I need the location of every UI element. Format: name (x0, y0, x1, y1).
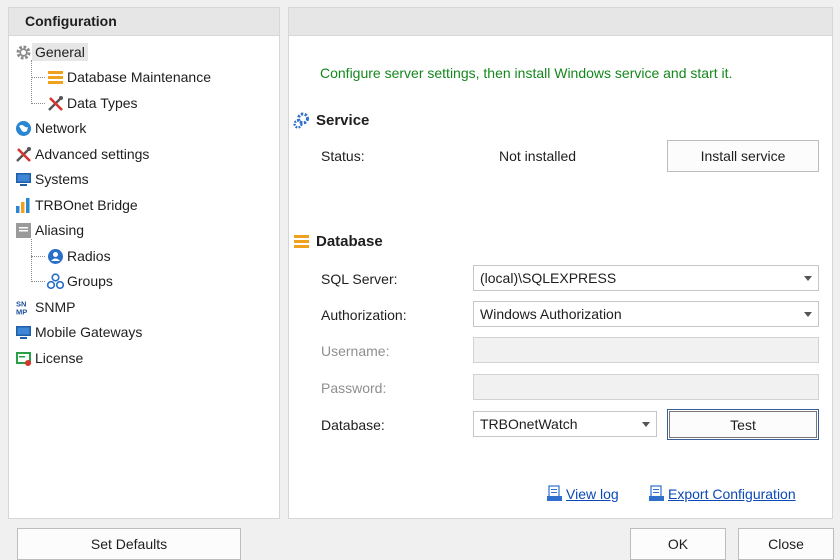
sidebar-item-label: Systems (35, 171, 89, 187)
sidebar-item-database-maintenance[interactable]: Database Maintenance (47, 66, 214, 88)
service-gear-icon (293, 112, 310, 129)
tree-connector (31, 60, 32, 104)
database-section-title: Database (293, 233, 383, 250)
status-label: Status: (321, 148, 365, 164)
list-icon (15, 222, 32, 239)
chevron-down-icon[interactable] (804, 312, 812, 317)
database-combo[interactable]: TRBOnetWatch (473, 411, 657, 437)
sidebar-item-label: SNMP (35, 299, 76, 315)
view-log-link[interactable]: View log (566, 486, 619, 502)
chevron-down-icon[interactable] (804, 276, 812, 281)
status-value: Not installed (499, 148, 577, 164)
sidebar-item-label: License (35, 350, 84, 366)
sidebar-item-label: Data Types (67, 95, 138, 111)
password-label: Password: (321, 380, 387, 396)
tree-connector (31, 239, 32, 282)
sidebar-item-label: Aliasing (35, 222, 85, 238)
ok-button[interactable]: OK (630, 528, 726, 560)
sidebar-item-label: General (32, 43, 88, 61)
settings-header (289, 8, 832, 36)
sql-server-value: (local)\SQLEXPRESS (480, 270, 617, 286)
gear-icon (15, 44, 32, 61)
close-button[interactable]: Close (738, 528, 834, 560)
sidebar-item-systems[interactable]: Systems (15, 168, 92, 190)
monitor-icon (15, 324, 32, 341)
user-icon (47, 248, 64, 265)
chevron-down-icon[interactable] (642, 422, 650, 427)
sidebar-item-label: Network (35, 120, 87, 136)
username-label: Username: (321, 343, 390, 359)
export-configuration-link-wrap[interactable]: Export Configuration (648, 485, 796, 502)
sidebar-item-trbonet-bridge[interactable]: TRBOnet Bridge (15, 194, 141, 216)
bars-icon (15, 197, 32, 214)
export-configuration-link[interactable]: Export Configuration (668, 486, 796, 502)
authorization-combo[interactable]: Windows Authorization (473, 301, 819, 327)
authorization-value: Windows Authorization (480, 306, 622, 322)
sidebar-item-license[interactable]: License (15, 347, 86, 369)
sidebar-item-radios[interactable]: Radios (47, 245, 114, 267)
password-field[interactable] (473, 374, 819, 400)
configuration-header: Configuration (9, 8, 279, 36)
sidebar-item-data-types[interactable]: Data Types (47, 92, 141, 114)
settings-panel: Configure server settings, then install … (288, 7, 833, 519)
database-icon (47, 69, 64, 86)
configuration-tree-panel: Configuration General Database Maintenan… (8, 7, 280, 519)
sidebar-item-label: Groups (67, 273, 113, 289)
tools-icon (15, 146, 32, 163)
license-icon (15, 350, 32, 367)
database-title: Database (316, 233, 383, 250)
tree-connector (31, 281, 45, 282)
tools-icon (47, 95, 64, 112)
setup-hint: Configure server settings, then install … (320, 65, 733, 81)
sql-server-combo[interactable]: (local)\SQLEXPRESS (473, 265, 819, 291)
authorization-label: Authorization: (321, 307, 407, 323)
sidebar-item-mobile-gateways[interactable]: Mobile Gateways (15, 321, 145, 343)
log-icon (546, 485, 563, 502)
sidebar-item-snmp[interactable]: SN MP SNMP (15, 296, 78, 318)
set-defaults-button[interactable]: Set Defaults (17, 528, 241, 560)
sidebar-item-label: TRBOnet Bridge (35, 197, 138, 213)
username-field[interactable] (473, 337, 819, 363)
sidebar-item-aliasing[interactable]: Aliasing (15, 219, 87, 241)
sidebar-item-groups[interactable]: Groups (46, 270, 116, 292)
test-button[interactable]: Test (667, 409, 819, 440)
sidebar-item-label: Database Maintenance (67, 69, 211, 85)
sidebar-item-general[interactable]: General (15, 41, 88, 63)
database-icon (293, 233, 310, 250)
group-icon (46, 272, 65, 290)
sql-server-label: SQL Server: (321, 271, 398, 287)
database-label: Database: (321, 417, 385, 433)
sidebar-item-network[interactable]: Network (15, 117, 89, 139)
monitor-icon (15, 171, 32, 188)
tree-connector (31, 256, 45, 257)
database-value: TRBOnetWatch (480, 416, 578, 432)
install-service-button[interactable]: Install service (667, 140, 819, 172)
service-section-title: Service (293, 112, 369, 129)
svg-text:MP: MP (16, 307, 27, 316)
view-log-link-wrap[interactable]: View log (546, 485, 619, 502)
tree-connector (31, 103, 45, 104)
sidebar-item-label: Radios (67, 248, 111, 264)
export-icon (648, 485, 665, 502)
globe-icon (15, 120, 32, 137)
sidebar-item-advanced-settings[interactable]: Advanced settings (15, 143, 152, 165)
tree-connector (31, 77, 45, 78)
service-title: Service (316, 112, 370, 129)
sidebar-item-label: Mobile Gateways (35, 324, 143, 340)
snmp-icon: SN MP (15, 299, 32, 316)
sidebar-item-label: Advanced settings (35, 146, 150, 162)
